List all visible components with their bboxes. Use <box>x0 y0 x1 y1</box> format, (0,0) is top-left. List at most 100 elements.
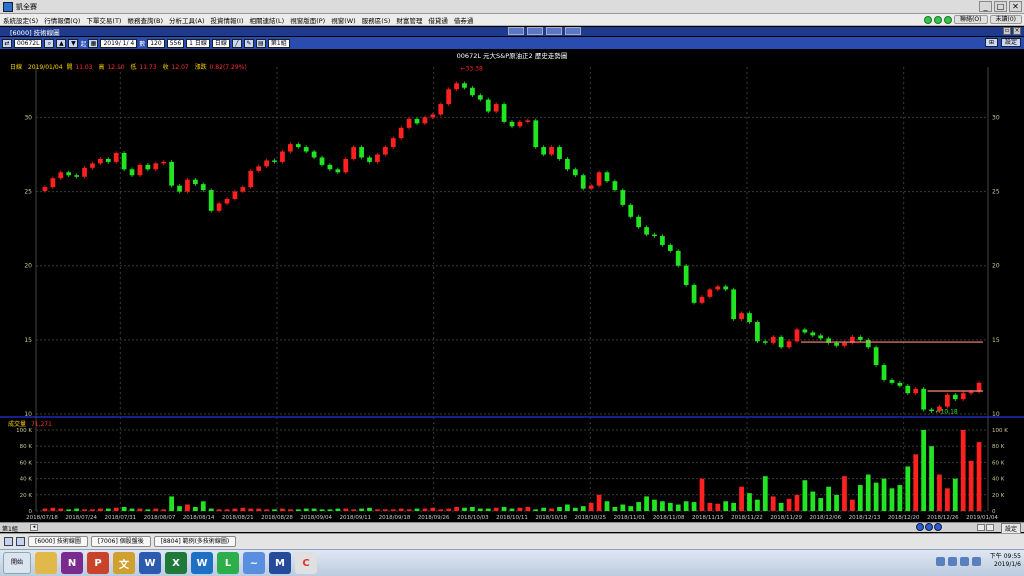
volume-bar <box>612 506 618 511</box>
word-processor-icon[interactable]: 文 <box>113 552 135 574</box>
chart-area[interactable]: 00672L 元大S&P原油正2 歷史走勢圖 日線 2019/01/04 開 1… <box>0 49 1024 522</box>
calendar-icon[interactable]: ▦ <box>88 38 99 48</box>
excel-icon[interactable]: X <box>165 552 187 574</box>
menu-item[interactable]: 服務區(S) <box>359 15 394 25</box>
help-button[interactable] <box>565 27 581 35</box>
export-icon[interactable]: ⊞ <box>984 38 998 47</box>
date-tick-label: 2018/07/24 <box>65 515 97 521</box>
app-wave-icon[interactable]: ~ <box>243 552 265 574</box>
menu-item[interactable]: 系統設定(S) <box>0 15 41 25</box>
date-select[interactable]: 2019/ 1/ 4 <box>100 38 138 48</box>
writer-icon[interactable]: W <box>191 552 213 574</box>
onenote-icon[interactable]: N <box>61 552 83 574</box>
network-icon[interactable] <box>935 556 945 566</box>
layout-button[interactable] <box>527 27 543 35</box>
next-icon[interactable]: ▼ <box>68 38 79 48</box>
candle-body <box>367 157 372 162</box>
volume-bar <box>667 502 673 511</box>
settings-button[interactable]: 設定 <box>1000 38 1021 47</box>
menu-item[interactable]: 借券通 <box>451 15 477 25</box>
candle-body <box>889 379 895 383</box>
menu-item[interactable]: 投資情報(I) <box>208 15 247 25</box>
cascade-icon[interactable] <box>16 537 25 546</box>
volume-bar <box>66 509 72 511</box>
search-icon[interactable]: ⌕ <box>44 38 55 48</box>
count-input-2[interactable]: 556 <box>166 38 185 48</box>
folder-icon[interactable] <box>35 552 57 574</box>
volume-bar <box>976 442 982 511</box>
volume-bar <box>826 486 832 511</box>
close-button[interactable]: ✕ <box>1009 1 1022 12</box>
menu-item[interactable]: 帳務查詢(B) <box>124 15 166 25</box>
zoom-out-icon[interactable] <box>925 523 933 531</box>
menu-item[interactable]: 視窗(W) <box>328 15 359 25</box>
grid-icon[interactable]: ▤ <box>255 38 266 48</box>
clock[interactable]: 下午 09:55 2019/1/6 <box>990 553 1021 569</box>
price-tick-label-right: 25 <box>992 189 1000 196</box>
close-window-icon[interactable]: × <box>1013 27 1021 35</box>
volume-bar <box>177 506 182 511</box>
menu-item[interactable]: 借貸通 <box>425 15 451 25</box>
volume-bar <box>462 507 467 511</box>
candlestick-chart[interactable]: 00672L 元大S&P原油正2 歷史走勢圖 日線 2019/01/04 開 1… <box>0 49 1024 522</box>
candle-body <box>596 172 602 186</box>
minimize-button[interactable]: _ <box>979 1 992 12</box>
scroll-next-icon[interactable] <box>986 524 994 531</box>
tile-icon[interactable] <box>4 537 13 546</box>
prev-icon[interactable]: ▲ <box>56 38 67 48</box>
maximize-button[interactable]: □ <box>994 1 1007 12</box>
pen-icon[interactable]: ✎ <box>243 38 254 48</box>
count-input[interactable]: 120 <box>147 38 165 48</box>
volume-icon[interactable] <box>959 556 969 566</box>
interval-select[interactable]: 1 日線 <box>186 38 210 48</box>
candle-body <box>865 339 871 348</box>
candle-body <box>913 388 919 394</box>
unread-button[interactable]: 未讀(0) <box>989 15 1022 24</box>
layout-button[interactable] <box>546 27 562 35</box>
menu-item[interactable]: 分析工具(A) <box>166 15 208 25</box>
menu-item[interactable]: 下單交易(T) <box>83 15 124 25</box>
draw-line-icon[interactable]: ╱ <box>231 38 242 48</box>
restore-window-icon[interactable]: ▫ <box>1003 27 1011 35</box>
trading-app-icon[interactable]: M <box>269 552 291 574</box>
line-icon[interactable]: L <box>217 552 239 574</box>
reset-zoom-icon[interactable] <box>934 523 942 531</box>
scroll-left-icon[interactable]: ◂ <box>30 524 38 531</box>
tab-after-hours[interactable]: [7006] 個股盤後 <box>90 536 151 547</box>
volume-bar <box>295 509 301 511</box>
scroll-prev-icon[interactable] <box>977 524 985 531</box>
layout-button[interactable] <box>508 27 524 35</box>
tab-multi-chart[interactable]: [8804] 範例(多技術線圖) <box>153 536 237 547</box>
chrome-icon[interactable]: C <box>295 552 317 574</box>
volume-bar <box>731 502 737 511</box>
status-light-icon <box>944 15 953 24</box>
menu-item[interactable]: 財富管理 <box>393 15 425 25</box>
menu-item[interactable]: 視窗版面(P) <box>287 15 328 25</box>
link-icon[interactable]: ⇄ <box>2 38 12 48</box>
info-high-label: 高 <box>99 63 105 71</box>
volume-bar <box>501 506 507 511</box>
candle-body <box>470 87 475 96</box>
candle-body <box>952 394 958 400</box>
date-tick-label: 2019/01/04 <box>966 515 998 521</box>
chart-scroll-bar[interactable]: 第1組 ◂ 設定 <box>0 522 1024 534</box>
menu-item[interactable]: 行情報價(Q) <box>41 15 83 25</box>
help-icon[interactable] <box>947 556 957 566</box>
tab-technical-chart[interactable]: [6000] 技術線圖 <box>28 536 88 547</box>
zoom-in-icon[interactable] <box>916 523 924 531</box>
title-bar: 凱全賽 _ □ ✕ <box>0 0 1024 14</box>
word-icon[interactable]: W <box>139 552 161 574</box>
volume-bar <box>683 501 689 511</box>
symbol-input[interactable]: 00672L <box>14 38 43 48</box>
period-select[interactable]: 日線 <box>211 38 230 48</box>
page-select[interactable]: 第1組 <box>267 38 290 48</box>
menu-item[interactable]: 相關連結(L) <box>247 15 288 25</box>
info-low: 11.73 <box>139 64 156 71</box>
ime-icon[interactable] <box>971 556 981 566</box>
volume-bar <box>343 508 349 511</box>
volume-bar <box>691 502 697 511</box>
powerpoint-icon[interactable]: P <box>87 552 109 574</box>
start-button[interactable]: 開始 <box>3 552 31 574</box>
contact-button[interactable]: 聯絡(O) <box>954 15 988 24</box>
candle-body <box>739 313 744 320</box>
